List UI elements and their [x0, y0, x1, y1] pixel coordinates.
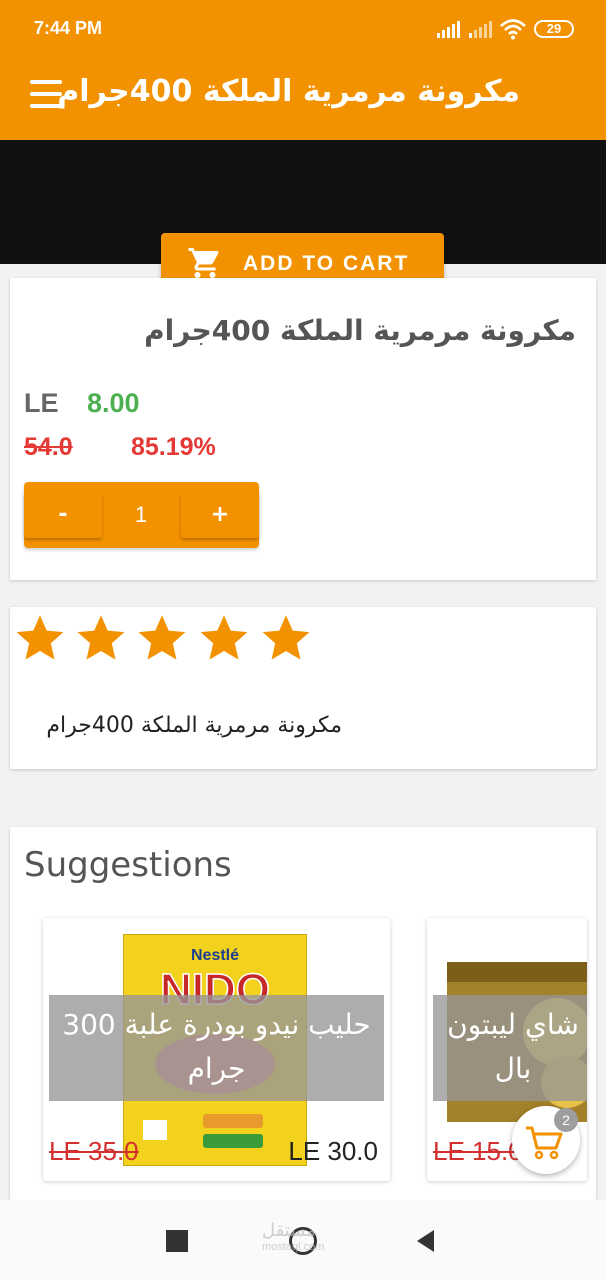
- discount-percent: 85.19%: [131, 433, 216, 461]
- cart-icon: [188, 248, 219, 278]
- suggestion-price: LE 30.0: [288, 1136, 378, 1166]
- quantity-value: 1: [134, 502, 148, 527]
- quantity-stepper: - 1 +: [24, 482, 259, 548]
- watermark-logo: مستقل mostaql.com: [262, 1220, 324, 1253]
- watermark-sub: mostaql.com: [262, 1241, 325, 1253]
- floating-cart-button[interactable]: 2: [512, 1106, 580, 1174]
- suggestion-old-price: LE 15.0: [433, 1136, 523, 1166]
- watermark-text: مستقل: [262, 1220, 316, 1240]
- suggestion-name-overlay: حليب نيدو بودرة علبة 300 جرام: [49, 995, 384, 1101]
- increase-quantity-button[interactable]: +: [181, 492, 259, 538]
- recents-button[interactable]: [166, 1230, 188, 1252]
- decrease-quantity-button[interactable]: -: [24, 492, 102, 538]
- suggestion-item[interactable]: Nestlé NIDO حليب نيدو بودرة علبة 300 جرا…: [43, 918, 390, 1181]
- star-icon[interactable]: [136, 611, 188, 665]
- add-to-cart-label: ADD TO CART: [243, 252, 410, 275]
- old-price: 54.0: [24, 433, 73, 461]
- suggestions-title: Suggestions: [24, 845, 232, 885]
- cell-signal-2-icon: [469, 21, 492, 38]
- status-time: 7:44 PM: [34, 18, 103, 38]
- app-bar: مكرونة مرمرية الملكة 400جرام: [0, 56, 606, 140]
- battery-icon: 29: [534, 20, 574, 38]
- suggestion-name-overlay: شاي ليبتون بال: [433, 995, 587, 1101]
- star-icon[interactable]: [198, 611, 250, 665]
- page-title: مكرونة مرمرية الملكة 400جرام: [57, 74, 520, 109]
- price: 8.00: [87, 388, 140, 418]
- rating-card: مكرونة مرمرية الملكة 400جرام: [10, 607, 596, 769]
- star-icon[interactable]: [75, 611, 127, 665]
- star-icon[interactable]: [260, 611, 312, 665]
- product-description: مكرونة مرمرية الملكة 400جرام: [46, 713, 342, 738]
- status-bar: 7:44 PM 29: [0, 0, 606, 56]
- currency-label: LE: [24, 388, 59, 418]
- suggestion-old-price: LE 35.0: [49, 1136, 139, 1166]
- cart-count-badge: 2: [554, 1108, 578, 1132]
- suggestions-card: Suggestions Nestlé NIDO حليب نيدو بودرة …: [10, 827, 596, 1200]
- back-button[interactable]: [414, 1228, 436, 1254]
- svg-text:Nestlé: Nestlé: [191, 947, 239, 964]
- product-name: مكرونة مرمرية الملكة 400جرام: [144, 314, 576, 347]
- product-info-card: مكرونة مرمرية الملكة 400جرام LE 8.00 54.…: [10, 278, 596, 580]
- battery-level: 29: [546, 21, 562, 36]
- system-nav-bar: مستقل mostaql.com: [0, 1200, 606, 1280]
- star-icon[interactable]: [14, 611, 66, 665]
- wifi-icon: [500, 19, 526, 40]
- cell-signal-icon: [437, 21, 460, 38]
